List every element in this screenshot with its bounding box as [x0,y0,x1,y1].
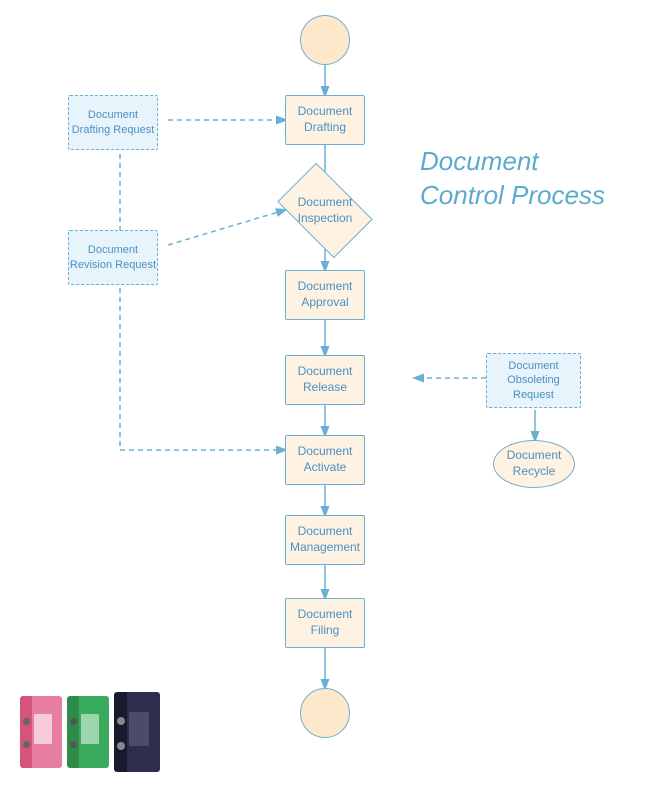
pink-binder [20,696,62,768]
document-drafting-node: Document Drafting [285,95,365,145]
black-binder [114,692,160,772]
document-obsoleting-request-node: Document Obsoleting Request [486,353,581,408]
document-filing-node: Document Filing [285,598,365,648]
document-release-node: Document Release [285,355,365,405]
binder-illustration [20,692,160,768]
document-recycle-node: Document Recycle [493,440,575,488]
green-binder [67,696,109,768]
document-activate-node: Document Activate [285,435,365,485]
document-management-node: Document Management [285,515,365,565]
diagram-title: Document Control Process [420,145,610,213]
document-approval-node: Document Approval [285,270,365,320]
document-drafting-request-node: Document Drafting Request [68,95,158,150]
document-inspection-node: Document Inspection [285,183,365,238]
document-revision-request-node: Document Revision Request [68,230,158,285]
diagram-container: Document Drafting Document Inspection Do… [0,0,650,788]
start-circle [300,15,350,65]
end-circle [300,688,350,738]
